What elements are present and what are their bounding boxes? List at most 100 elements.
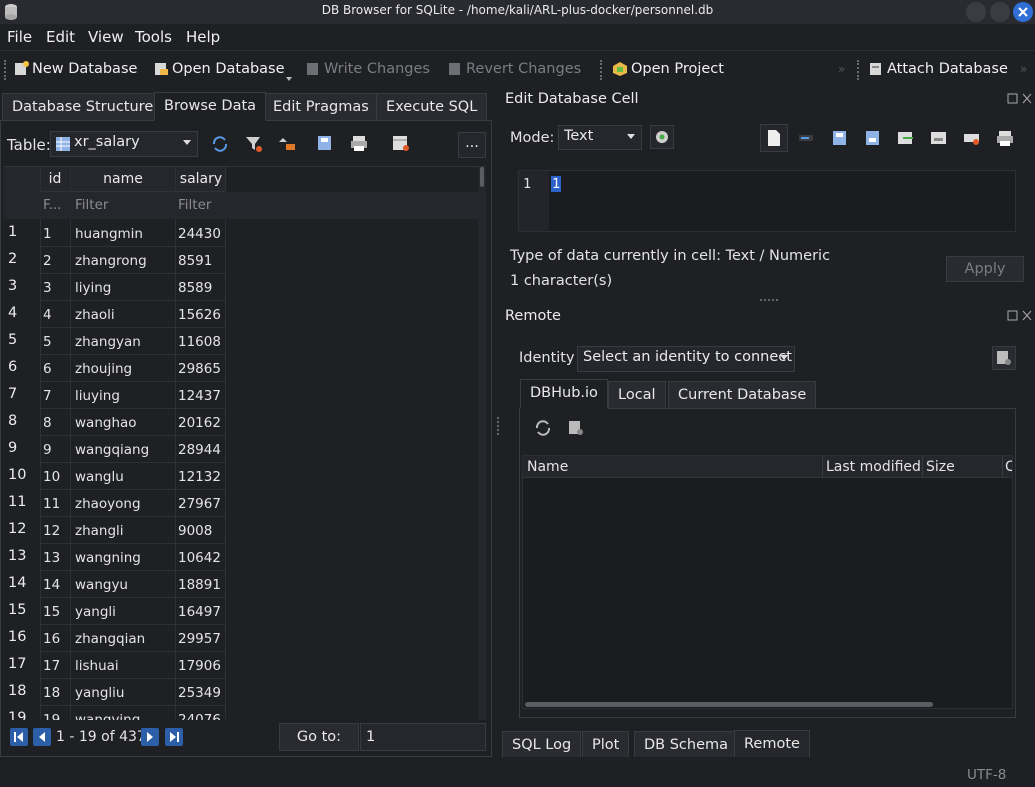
table-row[interactable]: 1 huangmin 24430 <box>40 220 226 247</box>
tab-local[interactable]: Local <box>608 381 666 409</box>
table-row[interactable]: 18 yangliu 25349 <box>40 679 226 706</box>
cell-name[interactable]: wangqiang <box>75 442 149 458</box>
cell-id[interactable]: 15 <box>43 604 60 620</box>
cell-salary[interactable]: 29865 <box>178 361 221 377</box>
table-row[interactable]: 12 zhangli 9008 <box>40 517 226 544</box>
toolbar-grip[interactable] <box>857 60 861 80</box>
toolbar-grip[interactable] <box>4 60 8 80</box>
table-row[interactable]: 17 lishuai 17906 <box>40 652 226 679</box>
table-row[interactable]: 4 zhaoli 15626 <box>40 301 226 328</box>
cell-name[interactable]: yangli <box>75 604 116 620</box>
cell-id[interactable]: 19 <box>43 712 60 720</box>
cell-salary[interactable]: 17906 <box>178 658 221 674</box>
row-header[interactable]: 2 <box>4 251 38 267</box>
pane-splitter-handle[interactable] <box>760 299 778 302</box>
remote-file-list[interactable]: Name Last modified Size C <box>522 455 1013 709</box>
row-header[interactable]: 17 <box>4 656 38 672</box>
cell-name[interactable]: wangyu <box>75 577 128 593</box>
open-in-external-icon[interactable] <box>930 129 948 147</box>
table-select[interactable]: xr_salary <box>50 131 198 157</box>
grid-scrollbar-thumb[interactable] <box>480 167 484 187</box>
cell-name[interactable]: wanglu <box>75 469 124 485</box>
set-as-null-icon[interactable] <box>897 129 915 147</box>
row-header[interactable]: 5 <box>4 332 38 348</box>
refresh-icon[interactable] <box>210 134 230 154</box>
clear-cell-icon[interactable] <box>963 129 981 147</box>
tab-database-structure[interactable]: Database Structure <box>2 93 164 121</box>
minimize-button[interactable] <box>966 2 986 22</box>
cell-id[interactable]: 13 <box>43 550 60 566</box>
filter-salary-input[interactable]: Filter <box>178 197 211 213</box>
open-database-dropdown-icon[interactable] <box>286 77 294 83</box>
mode-select[interactable]: Text <box>558 125 642 150</box>
cell-name[interactable]: zhaoli <box>75 307 115 323</box>
tab-browse-data[interactable]: Browse Data <box>154 92 267 121</box>
dock-float-close-icon[interactable] <box>1007 93 1033 105</box>
grid-scrollbar[interactable] <box>478 167 486 720</box>
cell-name[interactable]: lishuai <box>75 658 119 674</box>
row-header[interactable]: 3 <box>4 278 38 294</box>
print-icon[interactable] <box>350 134 370 154</box>
cell-id[interactable]: 10 <box>43 469 60 485</box>
more-options-button[interactable]: ... <box>458 132 486 158</box>
filter-id-input[interactable]: F... <box>43 197 61 213</box>
cell-salary[interactable]: 28944 <box>178 442 221 458</box>
new-database-button[interactable]: New Database <box>14 61 137 77</box>
row-header[interactable]: 10 <box>4 467 38 483</box>
cell-salary[interactable]: 18891 <box>178 577 221 593</box>
import-icon[interactable] <box>831 129 849 147</box>
row-header[interactable]: 18 <box>4 683 38 699</box>
previous-page-button[interactable] <box>33 728 51 746</box>
table-row[interactable]: 11 zhaoyong 27967 <box>40 490 226 517</box>
cell-salary[interactable]: 25349 <box>178 685 221 701</box>
cell-name[interactable]: zhangqian <box>75 631 145 647</box>
table-row[interactable]: 13 wangning 10642 <box>40 544 226 571</box>
cell-name[interactable]: zhangyan <box>75 334 141 350</box>
row-header[interactable]: 13 <box>4 548 38 564</box>
cell-id[interactable]: 8 <box>43 415 52 431</box>
open-project-button[interactable]: Open Project <box>612 61 724 77</box>
menu-edit[interactable]: Edit <box>46 28 75 46</box>
attach-database-button[interactable]: Attach Database <box>869 61 1008 77</box>
print-cell-icon[interactable] <box>996 129 1014 147</box>
cell-id[interactable]: 9 <box>43 442 52 458</box>
goto-button[interactable]: Go to: <box>279 723 359 751</box>
menu-file[interactable]: File <box>7 28 32 46</box>
table-row[interactable]: 15 yangli 16497 <box>40 598 226 625</box>
menu-view[interactable]: View <box>88 28 124 46</box>
column-header-id[interactable]: id <box>40 171 70 187</box>
cell-id[interactable]: 2 <box>43 253 52 269</box>
close-button[interactable] <box>1013 2 1033 22</box>
table-row[interactable]: 9 wangqiang 28944 <box>40 436 226 463</box>
sort-icon[interactable] <box>278 134 298 154</box>
revert-changes-button[interactable]: Revert Changes <box>448 61 581 77</box>
identity-settings-button[interactable] <box>992 346 1016 370</box>
cell-name[interactable]: yangliu <box>75 685 124 701</box>
tab-current-database[interactable]: Current Database <box>668 381 817 409</box>
dock-float-close-icon[interactable] <box>1007 310 1033 322</box>
column-header-name[interactable]: name <box>71 171 175 187</box>
pane-splitter-handle[interactable] <box>497 417 500 435</box>
cell-salary[interactable]: 11608 <box>178 334 221 350</box>
cell-id[interactable]: 7 <box>43 388 52 404</box>
clone-database-icon[interactable] <box>567 419 585 437</box>
tab-plot[interactable]: Plot <box>582 731 630 759</box>
last-page-button[interactable] <box>165 728 183 746</box>
row-header[interactable]: 7 <box>4 386 38 402</box>
row-header[interactable]: 1 <box>4 224 38 240</box>
cell-name[interactable]: zhoujing <box>75 361 132 377</box>
table-row[interactable]: 2 zhangrong 8591 <box>40 247 226 274</box>
goto-input[interactable]: 1 <box>360 723 486 751</box>
cell-name[interactable]: huangmin <box>75 226 143 242</box>
cell-salary[interactable]: 10642 <box>178 550 221 566</box>
word-wrap-button[interactable] <box>760 124 788 152</box>
export-icon[interactable] <box>864 129 882 147</box>
write-changes-button[interactable]: Write Changes <box>306 61 430 77</box>
cell-salary[interactable]: 8589 <box>178 280 212 296</box>
table-row[interactable]: 8 wanghao 20162 <box>40 409 226 436</box>
cell-name[interactable]: liuying <box>75 388 120 404</box>
cell-salary[interactable]: 9008 <box>178 523 212 539</box>
remote-column-size[interactable]: Size <box>926 459 955 475</box>
save-table-icon[interactable] <box>316 134 336 154</box>
remote-column-last-modified[interactable]: Last modified <box>826 459 921 475</box>
